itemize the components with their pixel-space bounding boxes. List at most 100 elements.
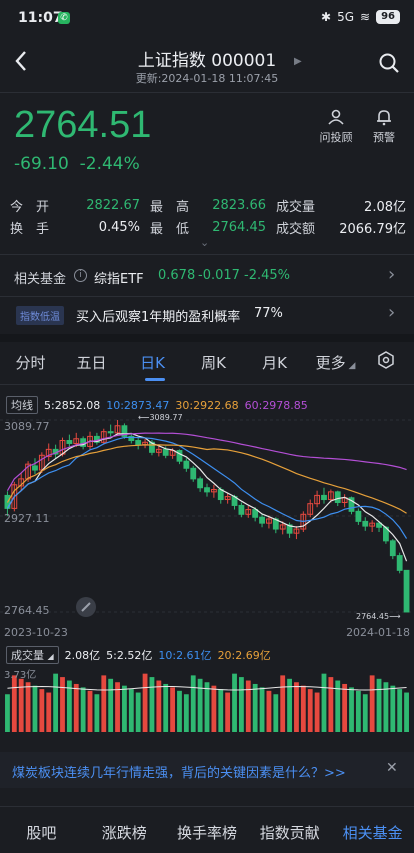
nav-index-contribution[interactable]: 指数贡献 <box>248 822 331 843</box>
change-value: -69.10 <box>14 154 69 174</box>
divider <box>0 92 414 93</box>
tab-intraday[interactable]: 分时 <box>0 352 61 373</box>
candle-down <box>204 487 210 493</box>
expand-chevron-icon[interactable]: ⌄ <box>200 236 209 249</box>
volume-bar <box>122 685 127 732</box>
active-tab-indicator <box>145 378 165 381</box>
search-icon[interactable] <box>378 52 400 74</box>
volume-label: 成交量 <box>276 199 316 215</box>
volume-bar <box>328 677 334 732</box>
wifi-icon: ≋ <box>360 10 371 24</box>
tab-five-day[interactable]: 五日 <box>61 352 122 373</box>
related-fund-row[interactable]: 相关基金 i 综指ETF 0.678 -0.017 -2.45% › <box>0 260 414 292</box>
amount-label: 成交额 <box>276 221 316 237</box>
settings-icon[interactable] <box>366 351 406 373</box>
nav-related-fund[interactable]: 相关基金 <box>331 822 414 843</box>
promo-value: 77% <box>254 306 283 321</box>
low-label: 最 低 <box>150 221 190 237</box>
kline-chart[interactable] <box>0 412 414 634</box>
alert-button[interactable]: 预警 <box>364 108 404 145</box>
volume-bar <box>390 685 396 732</box>
volume-bar <box>39 689 45 732</box>
open-value: 2822.67 <box>86 197 140 213</box>
volume-bar <box>238 677 244 732</box>
status-icons: ✱ 5G ≋ 96 <box>321 10 400 24</box>
nav-turnover-rank[interactable]: 换手率榜 <box>166 822 249 843</box>
ma30-value: 30:2922.68 <box>175 398 239 412</box>
fund-price: 0.678 <box>158 268 196 283</box>
promo-tag: 指数低温 <box>16 306 64 325</box>
volume-legend: 成交量 ◢ 2.08亿 5:2.52亿 10:2.61亿 20:2.69亿 <box>6 646 271 664</box>
x-axis-start-label: 2023-10-23 <box>4 626 68 639</box>
volume-bar <box>252 683 258 732</box>
volume-bar <box>94 694 100 732</box>
promo-text: 买入后观察1年期的盈利概率 <box>76 310 241 325</box>
promo-row[interactable]: 指数低温 买入后观察1年期的盈利概率 77% › <box>0 298 414 330</box>
fund-percent: -2.45% <box>244 268 290 283</box>
volume-bar <box>128 689 134 732</box>
volume-ma5: 5:2.52亿 <box>106 649 153 662</box>
volume-bar <box>25 682 31 732</box>
low-mark: 2764.45 <box>356 612 390 621</box>
volume-bar <box>349 687 354 732</box>
volume-bar <box>204 682 210 732</box>
candle-down <box>362 520 369 527</box>
tab-more-label: 更多 <box>315 353 346 372</box>
volume-selector-button[interactable]: 成交量 ◢ <box>6 646 59 664</box>
info-icon[interactable]: i <box>74 269 87 282</box>
high-price-marker: ⟵3089.77 <box>138 413 183 422</box>
amount-value: 2066.79亿 <box>339 221 406 237</box>
nav-stock-forum[interactable]: 股吧 <box>0 822 83 843</box>
candle-down <box>190 467 197 480</box>
volume-ma20: 20:2.69亿 <box>217 649 271 662</box>
tab-monthly-k[interactable]: 月K <box>244 352 305 373</box>
bell-icon <box>377 110 391 126</box>
tab-more[interactable]: 更多 ◢ <box>305 352 366 373</box>
volume-bar <box>294 682 299 732</box>
chevron-right-icon: › <box>388 302 396 323</box>
volume-bar <box>163 683 169 732</box>
volume-bar <box>197 678 203 732</box>
volume-selector-label: 成交量 <box>11 649 44 662</box>
network-label: 5G <box>337 10 355 24</box>
volume-bar <box>369 675 375 732</box>
candle-down <box>252 509 259 518</box>
nav-gainers[interactable]: 涨跌榜 <box>83 822 166 843</box>
tab-weekly-k[interactable]: 周K <box>183 352 244 373</box>
y-axis-mid-label: 2927.11 <box>4 512 50 525</box>
triangle-down-icon: ◢ <box>47 652 54 661</box>
current-price: 2764.51 <box>14 104 152 146</box>
candle-down <box>259 516 265 524</box>
volume-bar <box>149 677 155 732</box>
tab-daily-k[interactable]: 日K <box>122 352 183 373</box>
volume-current: 2.08亿 <box>64 649 101 662</box>
bottom-nav: 股吧 涨跌榜 换手率榜 指数贡献 相关基金 <box>0 812 414 852</box>
next-stock-icon[interactable]: ▶ <box>294 56 302 67</box>
draw-tool-icon[interactable] <box>76 597 96 617</box>
volume-bar <box>156 680 162 732</box>
volume-bar <box>32 685 38 732</box>
volume-value: 2.08亿 <box>364 199 406 215</box>
news-banner[interactable]: 煤炭板块连续几年行情走强，背后的关键因素是什么？>> ✕ <box>0 752 414 788</box>
candle-down <box>403 569 410 613</box>
volume-bar <box>190 675 196 732</box>
volume-bar <box>73 683 79 732</box>
volume-bar <box>60 677 65 732</box>
volume-bar <box>245 680 251 732</box>
low-price-marker: 2764.45⟶ <box>356 612 401 621</box>
close-icon[interactable]: ✕ <box>386 760 398 776</box>
header: 上证指数 000001 更新:2024-01-18 11:07:45 ▶ <box>0 38 414 90</box>
candle-down <box>107 431 114 434</box>
advisor-button[interactable]: 问投顾 <box>316 108 356 145</box>
turnover-value: 0.45% <box>98 219 140 235</box>
status-time: 11:07 <box>18 10 63 26</box>
section-gap <box>0 334 414 342</box>
y-axis-top-label: 3089.77 <box>4 420 50 433</box>
volume-chart[interactable] <box>0 664 414 732</box>
volume-bar <box>266 690 272 732</box>
alert-label: 预警 <box>373 131 395 144</box>
fund-name: 综指ETF <box>94 272 144 287</box>
volume-bar <box>376 678 382 732</box>
ma60-value: 60:2978.85 <box>244 398 308 412</box>
divider <box>0 806 414 807</box>
